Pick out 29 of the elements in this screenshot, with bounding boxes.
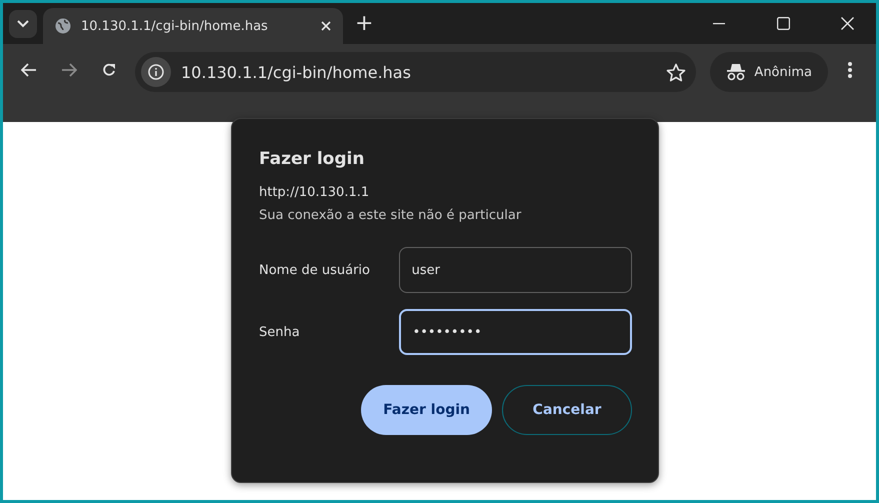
input-field[interactable]: ••••••••• (398, 309, 632, 355)
url-text: 10.130.1.1/cgi-bin/home.has (181, 62, 412, 82)
browser-tab[interactable]: 10.130.1.1/cgi-bin/home.has (43, 8, 343, 44)
incognito-icon (726, 63, 746, 81)
close-icon[interactable] (840, 17, 854, 30)
info-icon[interactable] (148, 64, 164, 80)
reload-icon[interactable] (101, 62, 117, 78)
field-label: Senha (259, 324, 301, 340)
field-label: Nome de usuário (259, 262, 371, 278)
connection-warning: Sua conexão a este site não é particular (259, 208, 522, 223)
minimize-icon[interactable] (713, 22, 725, 24)
tab-search-button[interactable] (9, 10, 37, 38)
login-button[interactable]: Fazer login (361, 385, 492, 435)
close-icon[interactable] (321, 21, 331, 31)
tab-title: 10.130.1.1/cgi-bin/home.has (81, 18, 269, 34)
incognito-button[interactable]: Anônima (710, 52, 828, 92)
back-arrow-icon[interactable] (21, 63, 37, 77)
input-field[interactable]: user (398, 247, 632, 293)
new-tab-button[interactable]: + (349, 11, 380, 36)
maximize-icon[interactable] (776, 17, 790, 30)
address-bar[interactable]: 10.130.1.1/cgi-bin/home.has (135, 52, 696, 92)
globe-icon (55, 18, 71, 34)
menu-icon[interactable] (848, 61, 852, 79)
forward-arrow-icon[interactable] (61, 63, 77, 77)
dialog-title: Fazer login (259, 149, 366, 169)
cancel-button[interactable]: Cancelar (502, 385, 632, 435)
site-origin: http://10.130.1.1 (259, 185, 370, 200)
chevron-down-icon (17, 20, 29, 28)
star-icon[interactable] (666, 62, 686, 82)
